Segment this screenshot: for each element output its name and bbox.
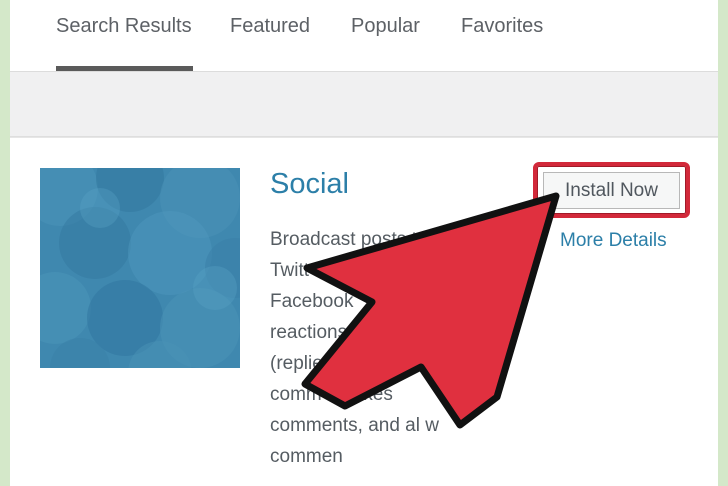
plugin-tabs: Search Results Featured Popular Favorite… [10, 0, 718, 71]
tab-search-results[interactable]: Search Results [56, 15, 192, 38]
more-details-link[interactable]: More Details [560, 230, 667, 252]
description-line: (replie [270, 353, 323, 374]
filter-bar [10, 72, 718, 137]
thumbnail-pattern [40, 168, 240, 368]
description-line: Broadcast posts t [270, 229, 417, 250]
plugin-thumbnail[interactable] [40, 168, 240, 368]
plugin-browser-window: Search Results Featured Popular Favorite… [10, 0, 718, 486]
tab-favorites[interactable]: Favorites [461, 15, 543, 38]
description-line: Twitt [270, 260, 310, 281]
install-now-button[interactable]: Install Now [543, 172, 680, 209]
plugin-card: Social Install Now More Details Broadcas… [10, 137, 718, 486]
description-line: Facebook [270, 291, 354, 312]
tab-popular[interactable]: Popular [351, 15, 420, 38]
tab-featured[interactable]: Featured [230, 15, 310, 38]
plugin-description: Broadcast posts t Twitt Facebook reactio… [270, 224, 530, 472]
description-line: commen [270, 446, 343, 467]
description-line: comments, and al w [270, 415, 439, 436]
description-line: reactions f [270, 322, 358, 343]
plugin-title[interactable]: Social [270, 168, 349, 201]
description-line: comm "likes [270, 384, 393, 405]
